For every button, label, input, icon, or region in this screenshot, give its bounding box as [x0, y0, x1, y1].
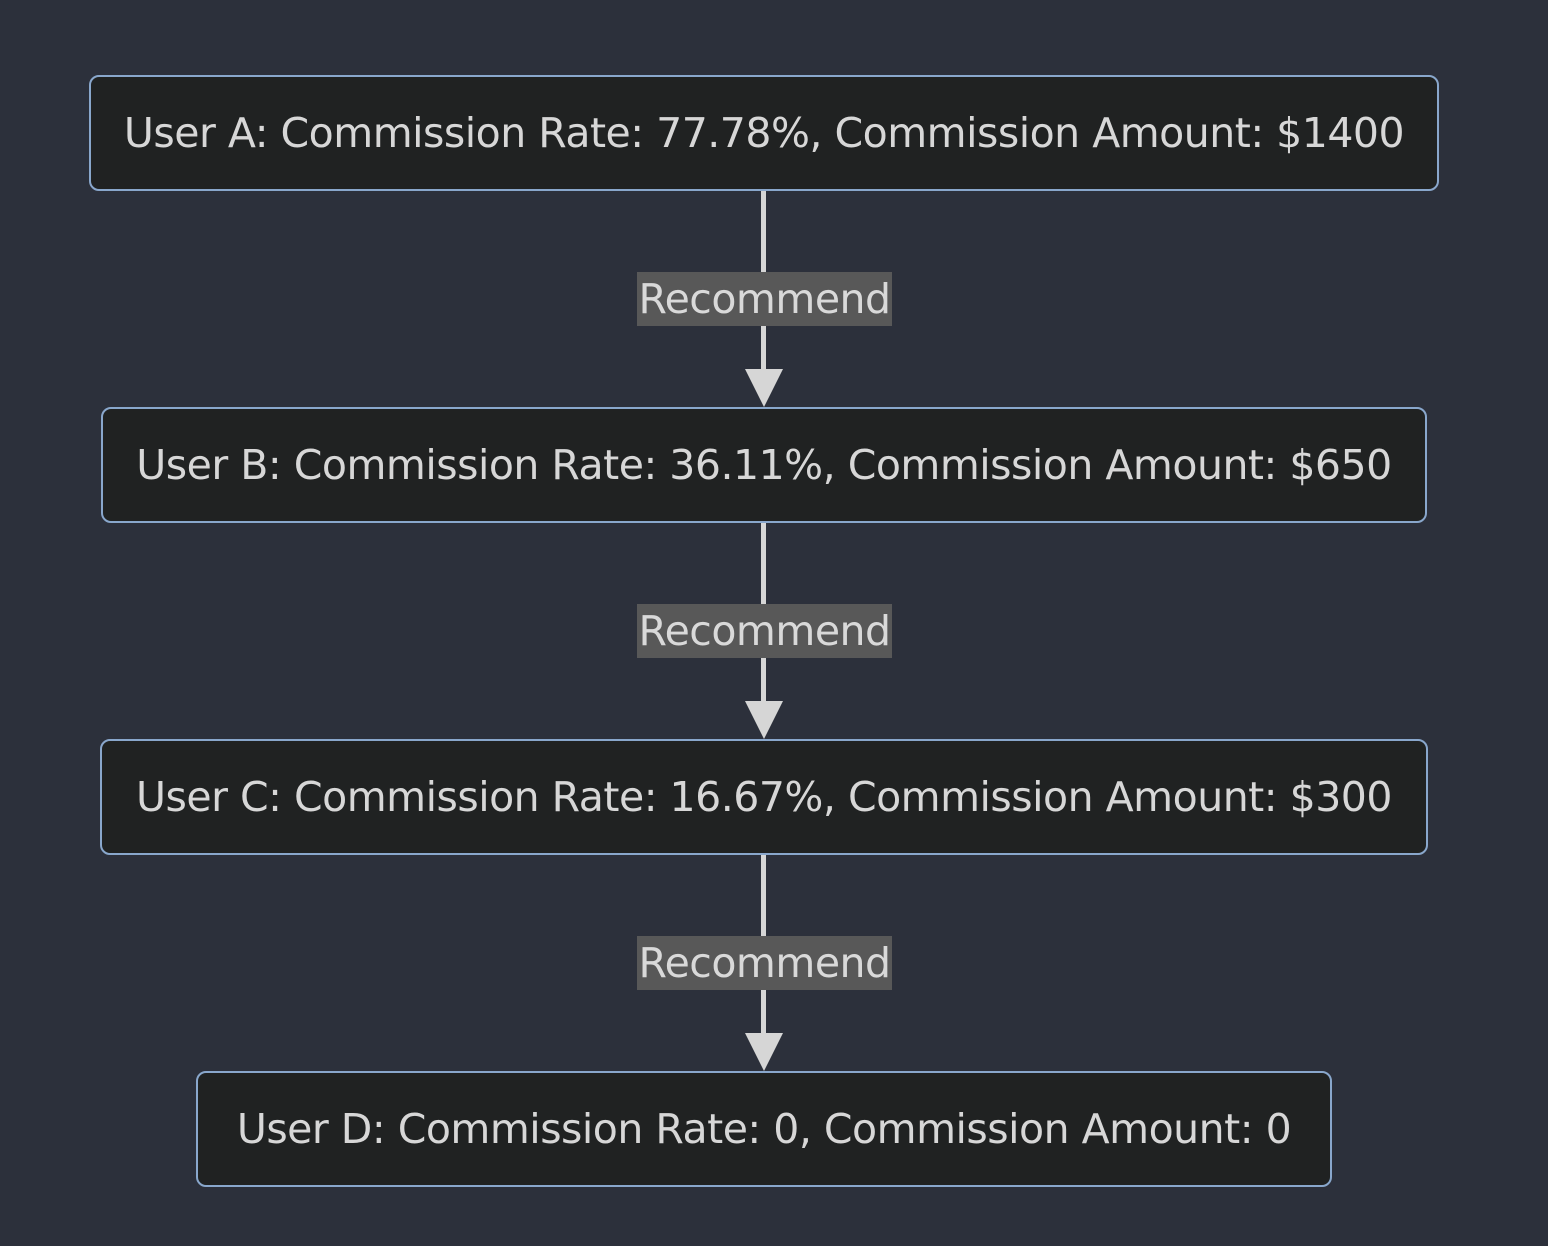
- node-user-c-label: User C: Commission Rate: 16.67%, Commiss…: [136, 773, 1392, 821]
- node-user-a-label: User A: Commission Rate: 77.78%, Commiss…: [123, 109, 1405, 157]
- edge-label-a-b: Recommend: [637, 272, 892, 326]
- node-user-b-label: User B: Commission Rate: 36.11%, Commiss…: [136, 441, 1392, 489]
- node-user-d-label: User D: Commission Rate: 0, Commission A…: [236, 1105, 1292, 1153]
- arrowhead-a-b: [745, 369, 783, 407]
- node-user-b: User B: Commission Rate: 36.11%, Commiss…: [101, 407, 1427, 523]
- arrowhead-b-c: [745, 701, 783, 739]
- edge-label-c-d: Recommend: [637, 936, 892, 990]
- arrowhead-c-d: [745, 1033, 783, 1071]
- node-user-a: User A: Commission Rate: 77.78%, Commiss…: [89, 75, 1439, 191]
- edge-label-b-c: Recommend: [637, 604, 892, 658]
- node-user-d: User D: Commission Rate: 0, Commission A…: [196, 1071, 1332, 1187]
- node-user-c: User C: Commission Rate: 16.67%, Commiss…: [100, 739, 1428, 855]
- flowchart-diagram: Recommend Recommend Recommend User A: Co…: [0, 0, 1548, 1246]
